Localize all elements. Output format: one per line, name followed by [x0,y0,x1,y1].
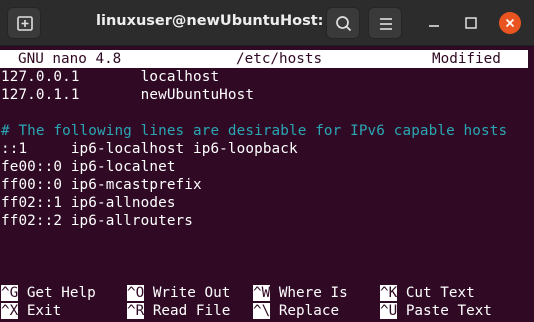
file-line[interactable]: 127.0.1.1 newUbuntuHost [1,86,254,104]
shortcut-label: Replace [278,303,340,319]
shortcut-exit[interactable]: ^X Exit [1,302,61,320]
file-line[interactable]: ::1 ip6-localhost ip6-loopback [1,140,298,158]
file-line[interactable]: ff00::0 ip6-mcastprefix [1,176,202,194]
shortcut-key: ^G [1,285,19,301]
shortcut-label: Where Is [278,285,348,301]
shortcut-key: ^K [380,285,398,301]
shortcut-where-is[interactable]: ^W Where Is [253,284,348,302]
shortcut-cut-text[interactable]: ^K Cut Text [380,284,475,302]
nano-status: Modified [432,51,501,67]
nano-filename: /etc/hosts [236,51,323,67]
shortcut-write-out[interactable]: ^O Write Out [127,284,230,302]
shortcut-key: ^O [127,285,145,301]
shortcut-key: ^X [1,303,19,319]
file-line[interactable]: 127.0.0.1 localhost [1,68,219,86]
shortcut-label: Read File [152,303,231,319]
shortcut-key: ^R [127,303,145,319]
shortcut-label: Get Help [26,285,96,301]
shortcut-replace[interactable]: ^\ Replace [253,302,339,320]
shortcut-label: Paste Text [405,303,492,319]
close-button[interactable] [499,12,521,34]
minimize-icon[interactable] [425,14,443,32]
shortcut-paste-text[interactable]: ^U Paste Text [380,302,492,320]
terminal-content[interactable]: GNU nano 4.8 /etc/hosts Modified 127.0.0… [0,46,534,322]
shortcut-label: Cut Text [405,285,475,301]
close-icon [505,18,515,28]
title-bar: linuxuser@newUbuntuHost: ~ [0,0,534,46]
shortcut-key: ^W [253,285,271,301]
shortcut-key: ^\ [253,303,271,319]
file-line[interactable]: ff02::1 ip6-allnodes [1,194,176,212]
shortcut-read-file[interactable]: ^R Read File [127,302,230,320]
maximize-icon[interactable] [462,14,480,32]
shortcut-label: Write Out [152,285,231,301]
menu-button[interactable] [368,7,402,39]
new-tab-button[interactable] [7,7,41,39]
hamburger-menu-icon [380,18,392,30]
file-line[interactable]: ff02::2 ip6-allrouters [1,212,193,230]
shortcut-label: Exit [26,303,62,319]
shortcut-get-help[interactable]: ^G Get Help [1,284,96,302]
nano-version: GNU nano 4.8 [18,51,122,67]
comment-line[interactable]: # The following lines are desirable for … [1,122,507,140]
search-icon [336,16,352,32]
nano-header-bar: GNU nano 4.8 /etc/hosts Modified [0,50,528,68]
shortcut-key: ^U [380,303,398,319]
new-tab-icon [17,16,33,31]
file-line[interactable]: fe00::0 ip6-localnet [1,158,176,176]
window-title: linuxuser@newUbuntuHost: ~ [96,13,341,29]
terminal-window: linuxuser@newUbuntuHost: ~ GNU nano 4.8 … [0,0,534,322]
search-button[interactable] [326,7,360,39]
